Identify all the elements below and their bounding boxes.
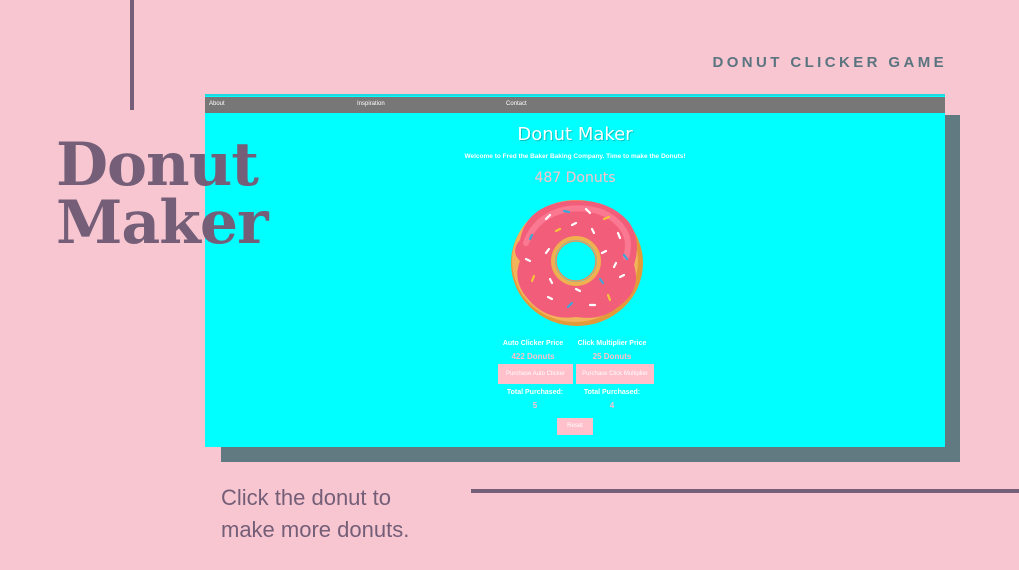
decorative-vertical-line bbox=[130, 0, 134, 110]
donut-count: 487 Donuts bbox=[534, 170, 616, 186]
auto-clicker-total-label: Total Purchased: bbox=[506, 389, 564, 396]
nav-bar: About Inspiration Contact bbox=[205, 97, 945, 113]
slide-caption: Click the donut to make more donuts. bbox=[221, 482, 409, 546]
click-multiplier-total-label: Total Purchased: bbox=[583, 389, 641, 396]
app-screenshot: About Inspiration Contact Donut Maker We… bbox=[205, 94, 945, 447]
caption-line-2: make more donuts. bbox=[221, 517, 410, 542]
decorative-horizontal-line bbox=[471, 489, 1019, 493]
nav-link-contact[interactable]: Contact bbox=[506, 101, 527, 107]
slide-label: DONUT CLICKER GAME bbox=[712, 54, 947, 71]
slide-title: Donut Maker bbox=[56, 130, 269, 258]
nav-link-about[interactable]: About bbox=[209, 101, 225, 107]
purchase-click-multiplier-button[interactable]: Purchase Click Multiplier bbox=[576, 364, 654, 384]
screen-top-border bbox=[205, 94, 945, 96]
auto-clicker-price-label: Auto Clicker Price bbox=[502, 340, 564, 347]
click-multiplier-total: 4 bbox=[609, 401, 615, 410]
auto-clicker-price: 422 Donuts bbox=[511, 352, 555, 361]
nav-link-inspiration[interactable]: Inspiration bbox=[357, 101, 385, 107]
reset-button[interactable]: Reset bbox=[557, 418, 593, 435]
donut-icon[interactable] bbox=[506, 195, 646, 329]
welcome-text: Welcome to Fred the Baker Baking Company… bbox=[464, 153, 686, 160]
click-multiplier-price-label: Click Multiplier Price bbox=[577, 340, 647, 347]
slide-title-line-2: Maker bbox=[56, 188, 269, 258]
caption-line-1: Click the donut to bbox=[221, 485, 391, 510]
click-multiplier-price: 25 Donuts bbox=[592, 352, 632, 361]
purchase-auto-clicker-button[interactable]: Purchase Auto Clicker bbox=[498, 364, 573, 384]
slide-title-line-1: Donut bbox=[56, 130, 259, 200]
auto-clicker-total: 5 bbox=[532, 401, 538, 410]
app-title: Donut Maker bbox=[517, 124, 633, 145]
